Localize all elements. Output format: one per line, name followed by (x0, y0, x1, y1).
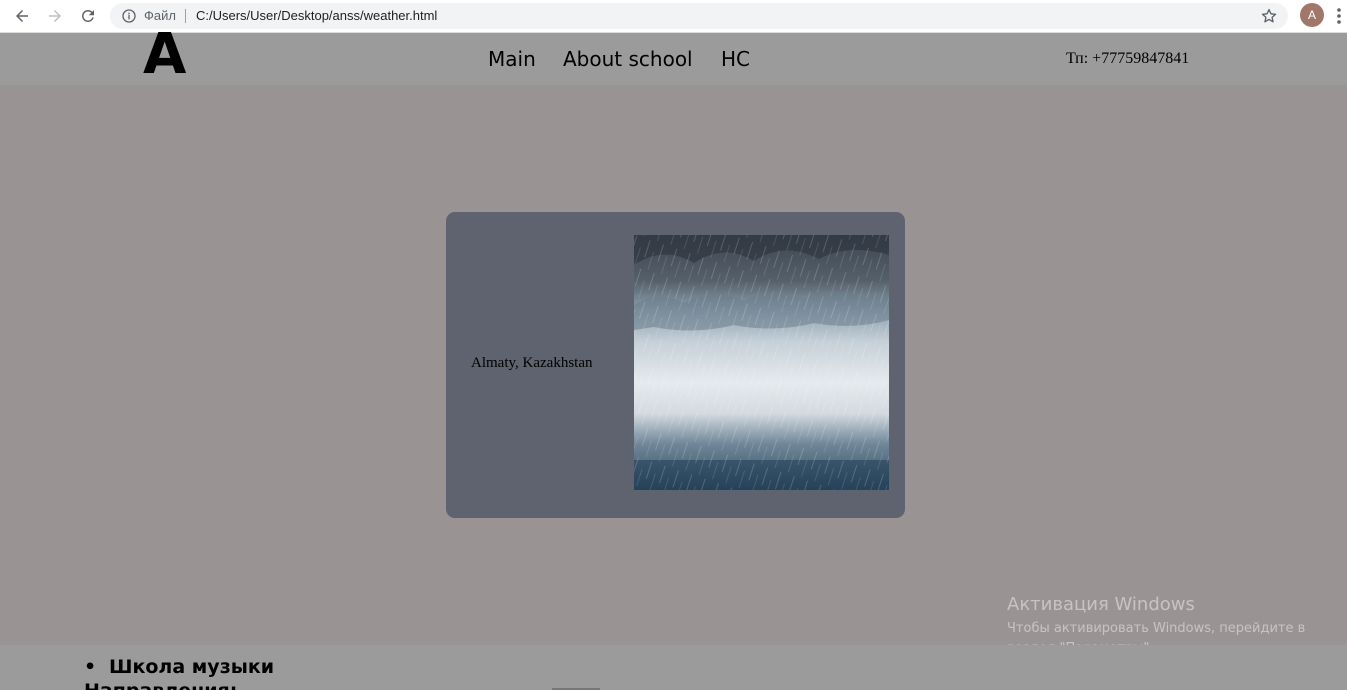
nav-link-main[interactable]: Main (488, 47, 536, 71)
reload-icon[interactable] (76, 4, 100, 28)
watermark-title: Активация Windows (1007, 594, 1195, 615)
url-text[interactable]: C:/Users/User/Desktop/anss/weather.html (196, 8, 437, 23)
rain-weather-image (634, 235, 889, 490)
weather-card: Almaty, Kazakhstan (446, 212, 905, 518)
divider (185, 9, 186, 23)
kebab-menu-icon[interactable] (1335, 6, 1343, 26)
site-header: A Main About school HC Тп: +77759847841 (0, 27, 1347, 85)
site-logo[interactable]: A (143, 27, 186, 83)
site-footer: • Школа музыки Направления: (0, 645, 1347, 690)
browser-toolbar: Файл C:/Users/User/Desktop/anss/weather.… (0, 0, 1347, 33)
address-bar[interactable]: Файл C:/Users/User/Desktop/anss/weather.… (110, 3, 1288, 29)
avatar[interactable]: A (1300, 3, 1324, 27)
back-arrow-icon[interactable] (10, 4, 34, 28)
forward-arrow-icon[interactable] (43, 4, 67, 28)
info-icon[interactable] (121, 8, 137, 24)
footer-list-item: • Школа музыки (84, 656, 274, 678)
watermark-line-1: Чтобы активировать Windows, перейдите в (1007, 621, 1306, 636)
phone-number: Тп: +77759847841 (1066, 50, 1190, 67)
footer-item-label: Школа музыки (109, 656, 275, 678)
scheme-label: Файл (144, 8, 176, 23)
bullet-marker: • (84, 656, 97, 678)
location-label: Almaty, Kazakhstan (471, 355, 593, 371)
star-icon[interactable] (1260, 7, 1278, 25)
nav-link-about-school[interactable]: About school (563, 47, 693, 71)
footer-heading: Направления: (84, 680, 237, 690)
nav-link-hc[interactable]: HC (721, 47, 750, 71)
